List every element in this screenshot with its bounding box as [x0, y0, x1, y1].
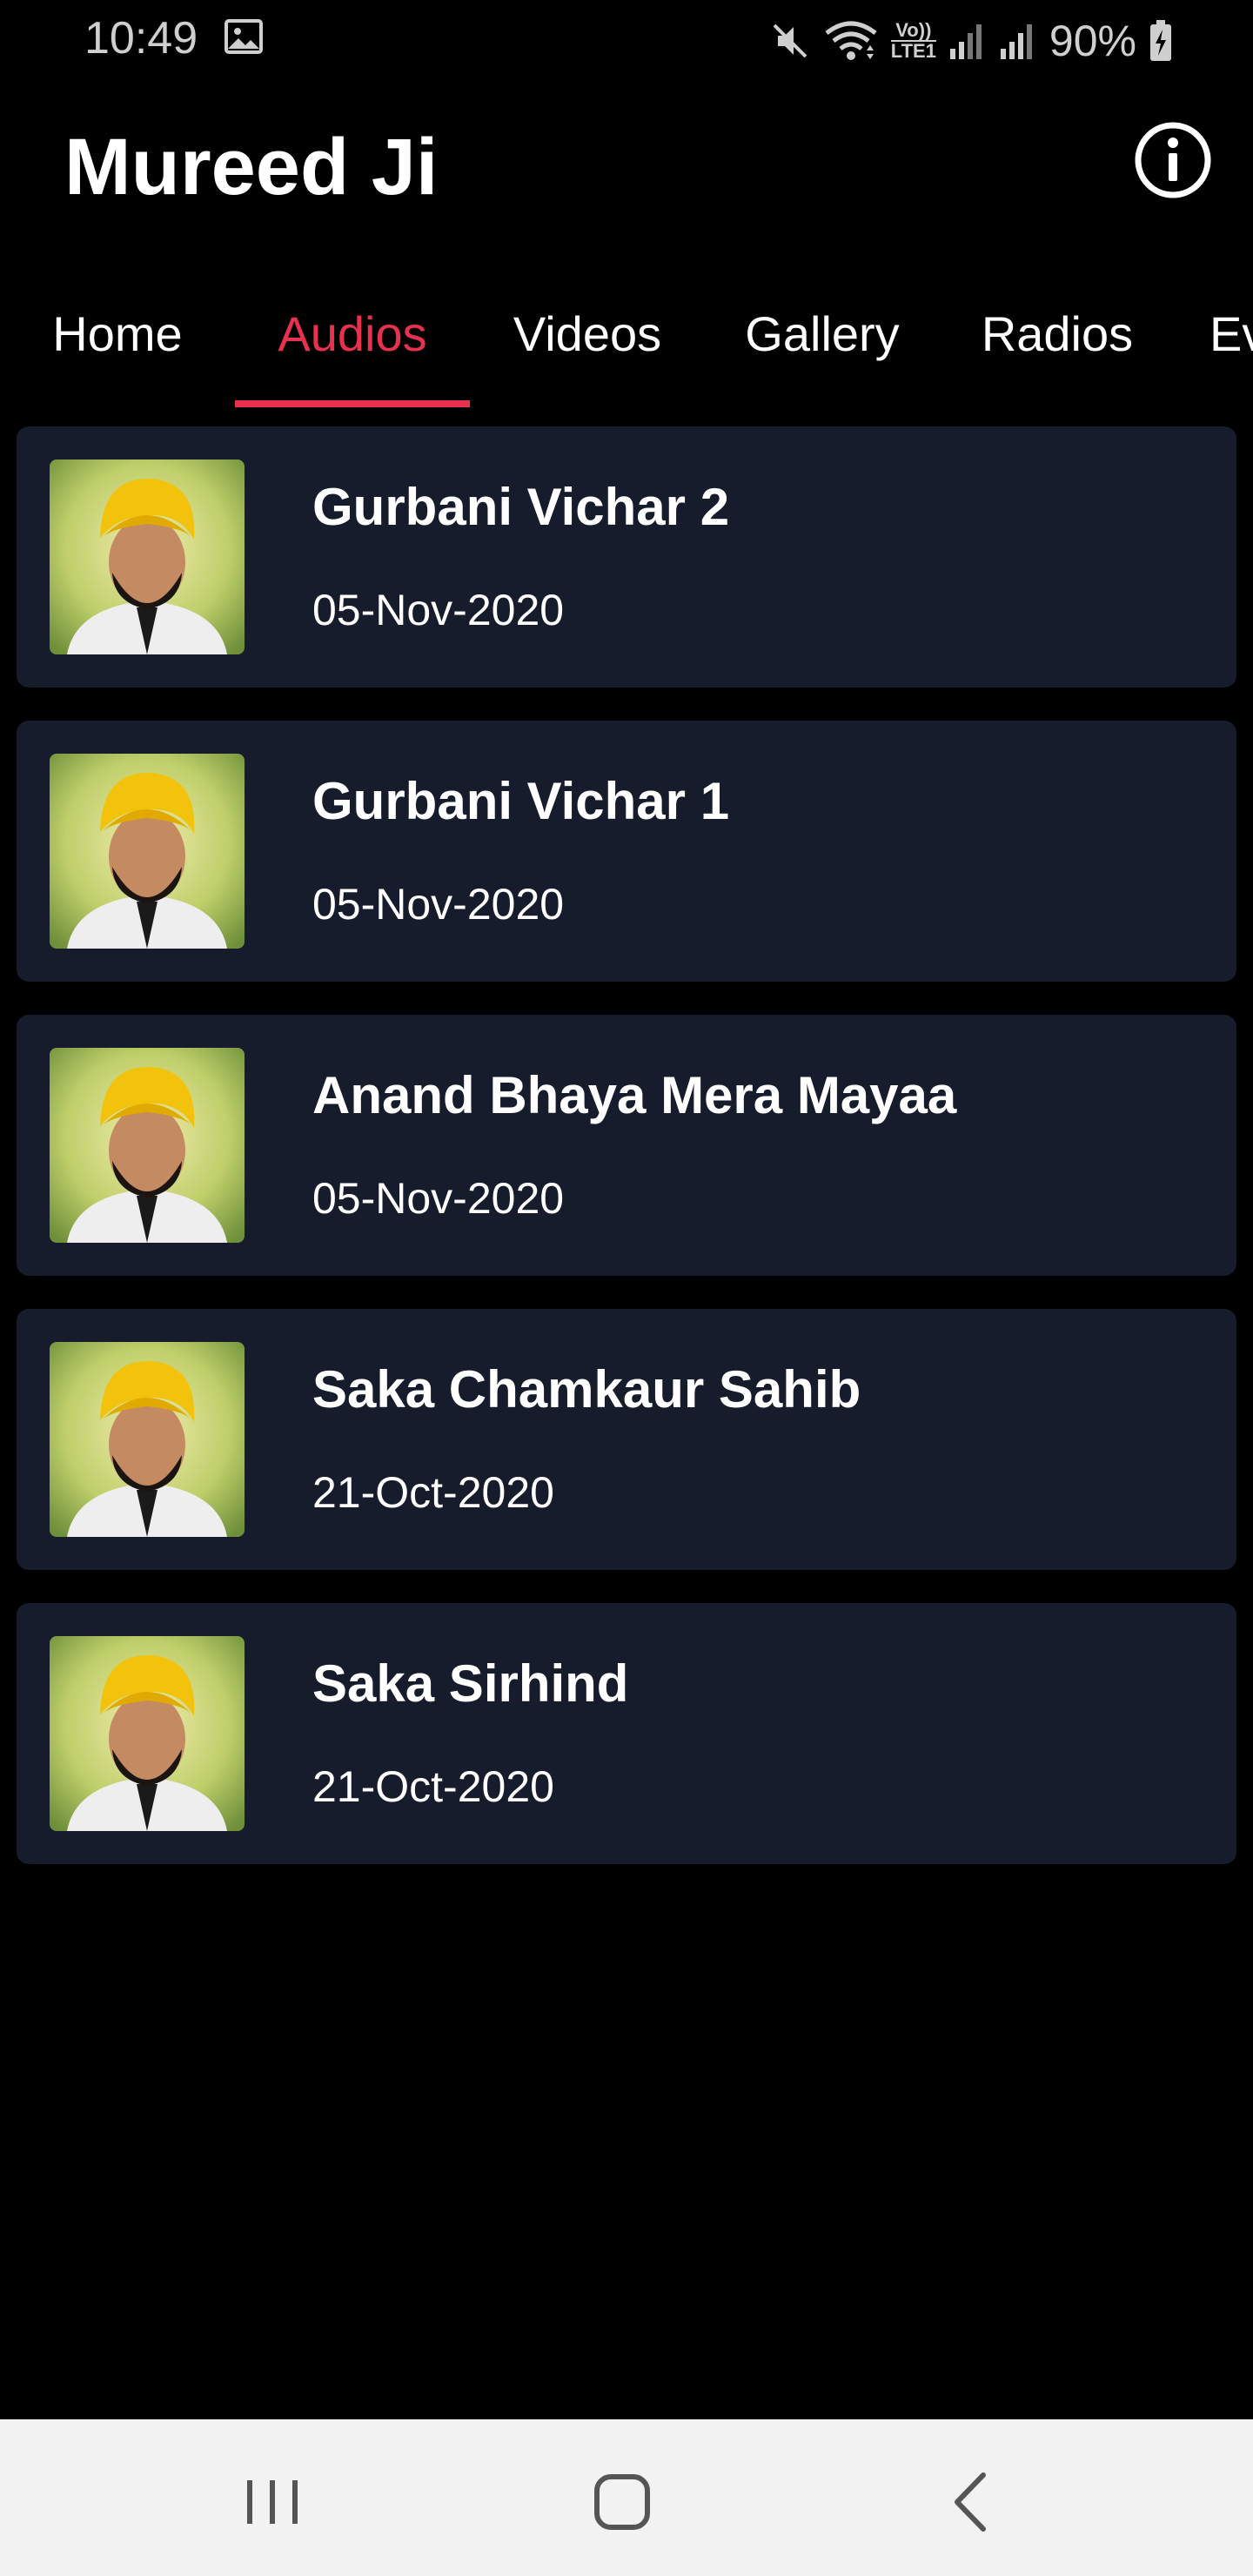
audio-thumbnail: [50, 1636, 245, 1831]
tab-audios[interactable]: Audios: [235, 287, 470, 409]
tab-bar: Home Audios Videos Gallery Radios Ev: [0, 287, 1253, 409]
audio-list-item[interactable]: Gurbani Vichar 2 05-Nov-2020: [17, 426, 1236, 688]
audio-title: Saka Chamkaur Sahib: [312, 1360, 861, 1419]
volte-icon: Vo)) LTE1: [890, 19, 936, 62]
audio-list-item[interactable]: Anand Bhaya Mera Mayaa 05-Nov-2020: [17, 1015, 1236, 1276]
app-screen: 10:49 Vo)) LTE1 90% Mureed Ji Home Audio…: [0, 0, 1253, 2576]
audio-thumbnail: [50, 1342, 245, 1537]
audio-thumbnail: [50, 1048, 245, 1243]
back-icon[interactable]: [933, 2463, 1011, 2541]
tab-home[interactable]: Home: [26, 287, 209, 409]
battery-charging-icon: [1150, 20, 1171, 61]
audio-title: Saka Sirhind: [312, 1654, 629, 1713]
system-nav-bar: [0, 2419, 1253, 2576]
audio-list: Gurbani Vichar 2 05-Nov-2020 Gurbani Vic…: [17, 426, 1236, 1897]
volte-label: Vo)): [895, 19, 932, 41]
status-icons: Vo)) LTE1 90%: [769, 10, 1173, 71]
audio-date: 05-Nov-2020: [312, 586, 565, 634]
tab-radios[interactable]: Radios: [957, 287, 1157, 409]
tab-videos[interactable]: Videos: [487, 287, 687, 409]
audio-date: 05-Nov-2020: [312, 1174, 565, 1223]
audio-date: 21-Oct-2020: [312, 1762, 554, 1811]
home-icon[interactable]: [583, 2463, 661, 2541]
audio-list-item[interactable]: Gurbani Vichar 1 05-Nov-2020: [17, 721, 1236, 982]
tab-gallery[interactable]: Gallery: [722, 287, 922, 409]
status-time: 10:49: [84, 13, 198, 64]
wifi-icon: [825, 21, 877, 60]
audio-title: Gurbani Vichar 2: [312, 478, 730, 536]
gallery-icon: [224, 19, 263, 54]
audio-thumbnail: [50, 754, 245, 949]
status-bar: 10:49 Vo)) LTE1 90%: [0, 0, 1253, 80]
recents-icon[interactable]: [233, 2463, 312, 2541]
lte-label: LTE1: [890, 40, 936, 62]
mute-icon: [773, 23, 807, 58]
app-title: Mureed Ji: [64, 123, 439, 211]
signal-icon: [1000, 24, 1032, 59]
audio-list-item[interactable]: Saka Chamkaur Sahib 21-Oct-2020: [17, 1309, 1236, 1570]
battery-percentage: 90%: [1049, 17, 1136, 65]
audio-title: Anand Bhaya Mera Mayaa: [312, 1066, 957, 1124]
tab-events[interactable]: Ev: [1209, 287, 1253, 409]
audio-date: 05-Nov-2020: [312, 880, 565, 929]
info-icon[interactable]: [1131, 118, 1215, 202]
audio-thumbnail: [50, 460, 245, 654]
active-tab-indicator: [235, 400, 470, 407]
audio-title: Gurbani Vichar 1: [312, 772, 730, 830]
audio-list-item[interactable]: Saka Sirhind 21-Oct-2020: [17, 1603, 1236, 1864]
audio-date: 21-Oct-2020: [312, 1468, 554, 1517]
signal-icon: [949, 24, 982, 59]
